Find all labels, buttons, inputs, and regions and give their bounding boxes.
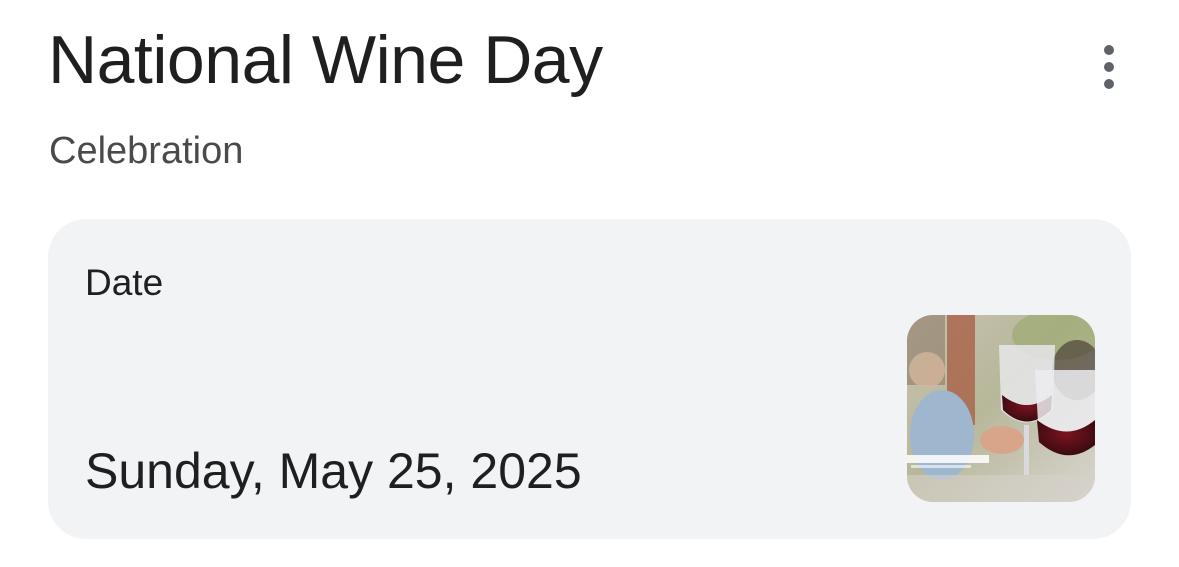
more-vert-icon <box>1104 45 1114 55</box>
date-value: Sunday, May 25, 2025 <box>85 443 582 499</box>
date-card: Date Sunday, May 25, 2025 <box>48 219 1131 539</box>
date-label: Date <box>85 262 164 303</box>
more-vert-icon-dot <box>1104 79 1114 89</box>
event-panel: National Wine Day Celebration Date Sunda… <box>0 0 1179 567</box>
more-options-button[interactable] <box>1086 40 1132 94</box>
page-title: National Wine Day <box>48 22 603 98</box>
wine-toast-photo <box>907 315 1095 502</box>
event-thumbnail[interactable] <box>907 315 1095 502</box>
more-vert-icon-dot <box>1104 62 1114 72</box>
event-category: Celebration <box>49 130 244 172</box>
